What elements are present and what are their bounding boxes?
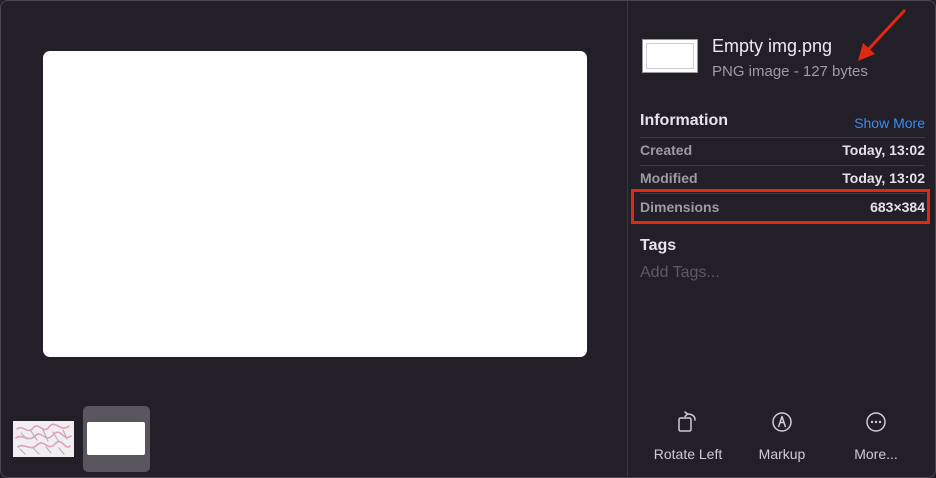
inspector-panel: Empty img.png PNG image - 127 bytes Info… <box>628 1 935 477</box>
preview-window: Empty img.png PNG image - 127 bytes Info… <box>0 0 936 478</box>
thumbnail-2-graphic <box>87 422 145 455</box>
rotate-left-icon <box>678 411 696 432</box>
row-separator <box>640 165 925 166</box>
more-button[interactable]: More... <box>828 409 924 465</box>
info-value: Today, 13:02 <box>842 170 925 186</box>
file-icon <box>642 39 698 73</box>
more-icon <box>866 412 886 432</box>
rotate-left-button[interactable]: Rotate Left <box>640 409 736 465</box>
tags-title: Tags <box>640 237 677 254</box>
row-separator <box>640 137 925 138</box>
annotation-highlight-box <box>631 189 930 224</box>
file-name: Empty img.png <box>712 36 833 56</box>
info-row-modified: Modified Today, 13:02 <box>640 170 925 190</box>
add-tags-field[interactable]: Add Tags... <box>640 264 720 282</box>
information-title: Information <box>640 112 728 129</box>
thumbnail-strip <box>1 401 627 477</box>
info-row-created: Created Today, 13:02 <box>640 142 925 162</box>
annotation-arrow-icon <box>858 9 906 61</box>
info-label: Created <box>640 142 693 158</box>
show-more-link[interactable]: Show More <box>854 115 925 131</box>
markup-button[interactable]: Markup <box>734 409 830 465</box>
info-label: Modified <box>640 170 698 186</box>
file-kind: PNG image - 127 bytes <box>712 63 868 80</box>
preview-pane <box>1 1 627 477</box>
image-preview <box>43 51 587 357</box>
thumbnail-1-graphic <box>13 421 74 457</box>
markup-label: Markup <box>758 446 806 462</box>
more-label: More... <box>854 446 898 462</box>
info-value: Today, 13:02 <box>842 142 925 158</box>
markup-icon <box>772 412 792 432</box>
rotate-left-label: Rotate Left <box>653 446 723 462</box>
thumbnail-image-2-selected[interactable] <box>83 406 150 472</box>
thumbnail-image-1[interactable] <box>13 421 74 457</box>
